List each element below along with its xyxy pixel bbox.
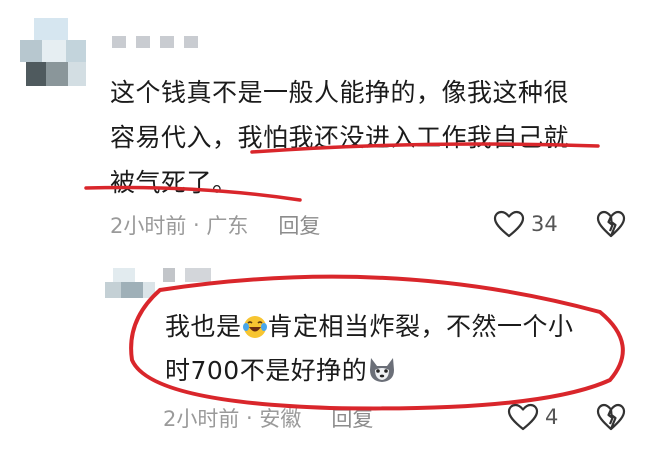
wolf-dog-emoji <box>370 358 395 382</box>
comment-meta: 2小时前 · 广东 回复 <box>110 210 320 240</box>
like-count: 34 <box>531 212 558 236</box>
reply-like-count: 4 <box>545 405 559 429</box>
laughing-crying-emoji <box>242 316 267 338</box>
broken-heart-icon <box>596 403 626 431</box>
dislike-button[interactable] <box>596 210 626 242</box>
reply-location: 安徽 <box>259 407 302 431</box>
reply-meta: 2小时前 · 安徽 回复 <box>163 403 373 433</box>
heart-outline-icon <box>493 210 525 238</box>
broken-heart-icon <box>596 210 626 238</box>
reply-like-button[interactable]: 4 <box>507 403 558 431</box>
reply-reply-button[interactable]: 回复 <box>331 403 373 433</box>
comment-text: 这个钱真不是一般人能挣的，像我这种很 容易代入，我怕我还没进入工作我自己就 被气… <box>110 78 570 197</box>
heart-outline-icon <box>507 403 539 431</box>
comment-location: 广东 <box>206 214 249 238</box>
reply-dislike-button[interactable] <box>596 403 626 435</box>
reply-username-redacted[interactable] <box>163 268 211 282</box>
reply-avatar[interactable] <box>105 268 155 300</box>
comment-time: 2小时前 <box>110 214 187 238</box>
reply-button[interactable]: 回复 <box>278 210 320 240</box>
reply-text: 我也是 肯定相当炸裂，不然一个小 时700不是好挣的 <box>165 312 574 385</box>
like-button[interactable]: 34 <box>493 210 558 238</box>
reply-time: 2小时前 <box>163 407 240 431</box>
username-redacted[interactable] <box>112 36 198 48</box>
avatar[interactable] <box>20 18 90 90</box>
